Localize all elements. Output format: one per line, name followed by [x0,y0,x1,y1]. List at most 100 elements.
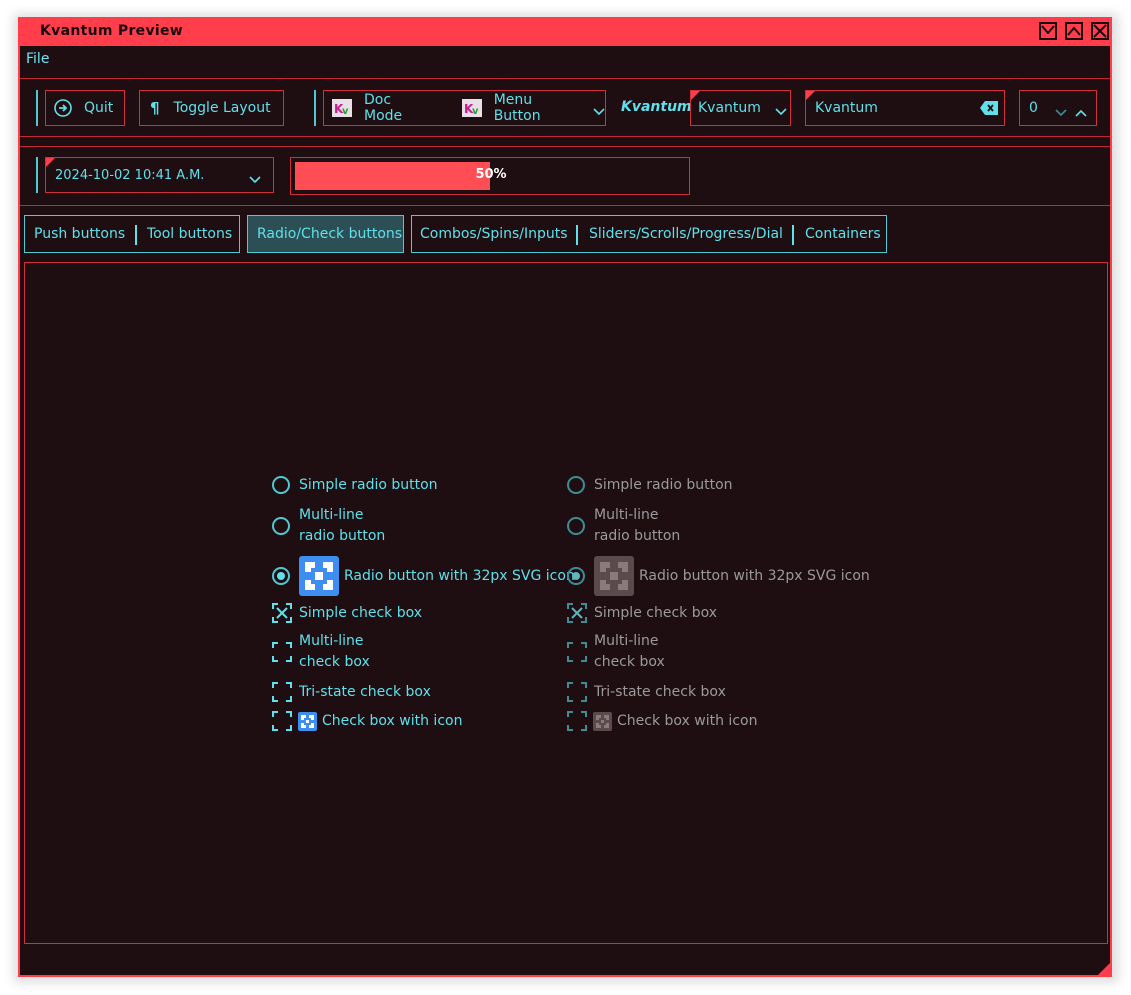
chevron-down-icon [775,104,787,116]
disabled-svg-radio-button[interactable]: Radio button with 32px SVG icon [567,556,870,596]
line-edit-value: Kvantum [815,100,878,116]
main-window: Kvantum Preview File Quit ¶ Toggle Layou… [18,17,1112,977]
svg-text:v: v [472,106,479,117]
window-title: Kvantum Preview [40,23,184,39]
doc-menu-group: Kv Doc Mode Kv Menu Button [323,90,606,126]
toolbar-handle[interactable] [36,90,38,126]
spin-box[interactable]: 0 [1019,90,1097,126]
radio-indicator [272,517,290,535]
simple-radio-button[interactable]: Simple radio button [272,476,438,494]
toolbar-separator [314,90,316,126]
kvantum-logo-icon: Kv [461,99,482,117]
tab-push-buttons[interactable]: Push buttons [34,226,125,242]
checkbox-label: Check box with icon [617,713,758,729]
disabled-simple-check-box[interactable]: Simple check box [567,603,717,623]
tab-group-left: Push buttons Tool buttons [24,215,240,253]
checkbox-label-line-2: check box [594,654,665,670]
chevron-down-icon[interactable] [1055,105,1067,117]
spin-value: 0 [1029,100,1038,116]
title-bar[interactable]: Kvantum Preview [20,19,1110,46]
checkbox-indicator [272,642,292,662]
tab-group-right: Combos/Spins/Inputs Sliders/Scrolls/Prog… [411,215,887,253]
kvantum-logo-icon: Kv [332,99,352,117]
radio-indicator [567,476,585,494]
tristate-check-box[interactable]: Tri-state check box [272,682,431,702]
icon-check-box[interactable]: Check box with icon [272,711,462,731]
datetime-value: 2024-10-02 10:41 A.M. [55,167,205,183]
multiline-check-box[interactable]: Multi-line check box [272,631,370,673]
checkbox-checked-indicator [567,603,587,623]
divider [20,205,1110,206]
quit-label: Quit [84,100,114,116]
toggle-layout-label: Toggle Layout [173,100,271,116]
radio-label: Radio button with 32px SVG icon [639,568,870,584]
checkbox-indicator [272,711,292,731]
checkbox-label: Check box with icon [322,713,463,729]
clear-icon[interactable] [980,101,998,115]
radio-label: Multi-line radio button [594,505,680,547]
checkbox-indicator [567,711,587,731]
radio-indicator [272,567,290,585]
checkbox-checked-indicator [272,603,292,623]
checkbox-label-line-1: Multi-line [299,633,364,649]
pilcrow-icon: ¶ [150,99,160,117]
checkbox-label-line-2: check box [299,654,370,670]
radio-label: Multi-line radio button [299,505,385,547]
checkbox-indicator [567,682,587,702]
divider [20,146,1110,147]
kvantum-italic-label: Kvantum [621,99,692,115]
quit-icon [54,99,72,117]
checkbox-indicator [272,682,292,702]
disabled-multiline-radio-button[interactable]: Multi-line radio button [567,505,680,547]
quit-button[interactable]: Quit [45,90,125,126]
radio-label: Simple radio button [299,477,438,493]
divider [20,136,1110,137]
radio-label: Radio button with 32px SVG icon [344,568,575,584]
radio-label: Simple radio button [594,477,733,493]
resize-grip[interactable] [1098,963,1110,975]
tab-tool-buttons[interactable]: Tool buttons [147,226,232,242]
checkbox-label: Tri-state check box [594,684,726,700]
checkbox-label: Simple check box [594,605,717,621]
progress-bar: 50% [290,157,690,195]
disabled-tristate-check-box[interactable]: Tri-state check box [567,682,726,702]
chevron-down-icon[interactable] [593,104,605,116]
fullscreen-icon [299,556,339,596]
tab-containers[interactable]: Containers [805,226,881,242]
toggle-layout-button[interactable]: ¶ Toggle Layout [139,90,284,126]
datetime-edit[interactable]: 2024-10-02 10:41 A.M. [45,157,274,193]
radio-label-line-2: radio button [299,528,386,544]
radio-label-line-1: Multi-line [594,507,659,523]
menu-bar: File [20,47,1110,75]
disabled-simple-radio-button[interactable]: Simple radio button [567,476,733,494]
divider [20,78,1110,79]
minimize-icon[interactable] [1039,22,1057,40]
fullscreen-icon [298,711,317,731]
fullscreen-icon [594,556,634,596]
combo-value: Kvantum [698,100,761,116]
doc-mode-button[interactable]: Doc Mode [364,92,432,124]
radio-label-line-2: radio button [594,528,681,544]
simple-check-box[interactable]: Simple check box [272,603,422,623]
checkbox-label: Simple check box [299,605,422,621]
disabled-icon-check-box[interactable]: Check box with icon [567,711,757,731]
menu-button[interactable]: Menu Button [494,92,581,124]
svg-text:v: v [342,106,349,117]
checkbox-label-line-1: Multi-line [594,633,659,649]
tab-sliders-scrolls-progress-dial[interactable]: Sliders/Scrolls/Progress/Dial [589,226,783,242]
menu-file[interactable]: File [26,51,49,67]
chevron-up-icon[interactable] [1075,105,1087,117]
close-icon[interactable] [1091,22,1109,40]
multiline-radio-button[interactable]: Multi-line radio button [272,505,385,547]
toolbar-handle[interactable] [36,157,38,193]
chevron-down-icon[interactable] [249,172,261,184]
kvantum-combo[interactable]: Kvantum [690,90,791,126]
tab-radio-check-buttons[interactable]: Radio/Check buttons [247,215,404,253]
progress-text: 50% [475,167,507,182]
radio-indicator [567,567,585,585]
disabled-multiline-check-box[interactable]: Multi-line check box [567,631,665,673]
maximize-icon[interactable] [1065,22,1083,40]
line-edit[interactable]: Kvantum [805,90,1005,126]
tab-combos-spins-inputs[interactable]: Combos/Spins/Inputs [420,226,568,242]
svg-radio-button[interactable]: Radio button with 32px SVG icon [272,556,575,596]
